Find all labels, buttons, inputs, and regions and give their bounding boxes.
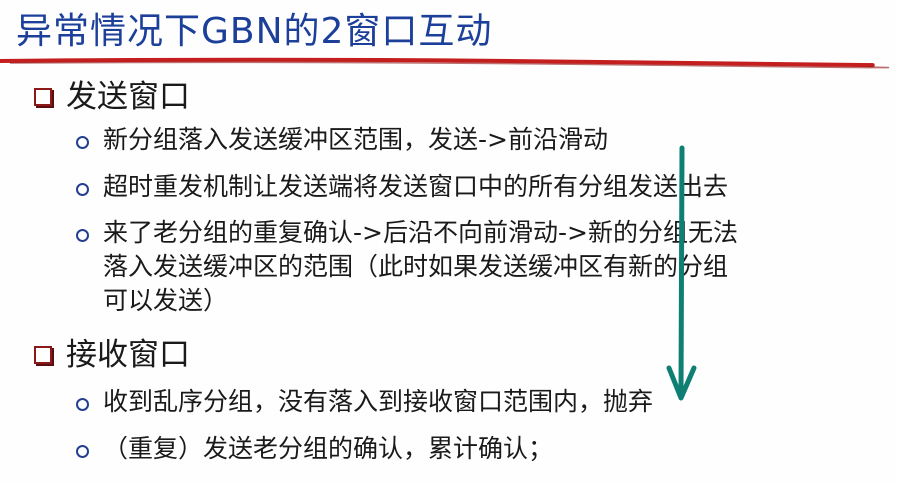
circle-bullet-icon [76,229,89,242]
item-text: （重复）发送老分组的确认，累计确认； [103,434,554,463]
circle-bullet-icon [76,398,89,411]
circle-bullet-icon [76,445,89,458]
item-text-line: 可以发送） [103,286,229,315]
item-text: 超时重发机制让发送端将发送窗口中的所有分组发送出去 [103,172,729,201]
circle-bullet-icon [76,136,89,149]
square-bullet-icon [34,346,52,364]
item-text-line: 来了老分组的重复确认->后沿不向前滑动->新的分组无法 [103,218,738,247]
slide: 异常情况下GBN的2窗口互动 发送窗口 新分组落入发送缓冲区范围，发送->前沿滑… [0,0,897,483]
section-heading: 发送窗口 [66,79,190,115]
item-text-line: 落入发送缓冲区的范围（此时如果发送缓冲区有新的分组 [103,252,729,281]
item-text: 新分组落入发送缓冲区范围，发送->前沿滑动 [103,125,608,154]
square-bullet-icon [34,88,52,106]
item-text: 收到乱序分组，没有落入到接收窗口范围内，抛弃 [103,387,654,416]
circle-bullet-icon [76,183,89,196]
section-send-window: 发送窗口 [34,78,190,116]
section-heading: 接收窗口 [66,337,190,373]
section-receive-window: 接收窗口 [34,336,190,374]
title-underline [0,57,890,69]
slide-title: 异常情况下GBN的2窗口互动 [16,11,493,52]
